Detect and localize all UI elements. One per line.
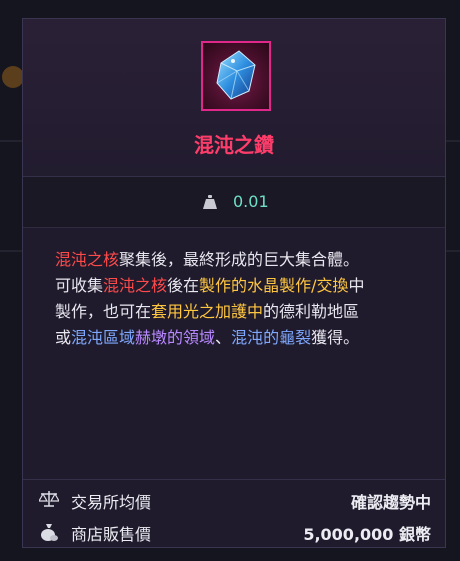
description-segment: 可收集 (55, 276, 104, 295)
balance-scale-icon (39, 491, 59, 507)
chaos-gem-icon (216, 50, 256, 100)
description-segment: 的德利勒地區 (263, 302, 360, 321)
trade-price-label: 交易所均價 (71, 493, 152, 512)
tooltip-header: 混沌之鑽 (23, 19, 445, 177)
description-line: 可收集混沌之核後在製作的水晶製作/交換中 (55, 273, 425, 299)
weight-row: 0.01 (23, 177, 445, 228)
description-segment: 製作的 (199, 276, 248, 295)
trade-price-row: 交易所均價 確認趨勢中 (23, 484, 445, 514)
description-segment: 水晶製作/交換 (247, 276, 349, 295)
description-segment: 或 (55, 328, 72, 347)
description-segment: 赫墩的領域 (135, 328, 216, 347)
item-tooltip: 混沌之鑽 0.01 混沌之核聚集後，最終形成的巨大集合體。 可收集混沌之核後在製… (22, 18, 446, 548)
trade-price-value: 確認趨勢中 (350, 493, 431, 512)
description-segment: 製作，也可在 (55, 302, 152, 321)
item-icon-frame (201, 41, 271, 111)
description-segment: 後在 (167, 276, 200, 295)
weight-icon (203, 195, 217, 209)
description-line: 混沌之核聚集後，最終形成的巨大集合體。 (55, 247, 425, 273)
shop-price-label: 商店販售價 (71, 525, 152, 544)
description-segment: 獲得。 (311, 328, 360, 347)
description-line: 或混沌區域赫墩的領域、混沌的龜裂獲得。 (55, 325, 425, 351)
description-segment: 混沌的龜裂 (231, 328, 312, 347)
description-segment: 混沌區域 (71, 328, 136, 347)
item-description: 混沌之核聚集後，最終形成的巨大集合體。 可收集混沌之核後在製作的水晶製作/交換中… (55, 247, 425, 351)
shop-price-value: 5,000,000 銀幣 (303, 525, 431, 544)
money-bag-icon (41, 524, 58, 541)
price-footer: 交易所均價 確認趨勢中 商店販售價 5,000,000 銀幣 (23, 479, 445, 550)
weight-value: 0.01 (233, 192, 269, 211)
description-segment: 、 (215, 328, 232, 347)
description-segment: 套用光之加護中 (151, 302, 264, 321)
shop-price-row: 商店販售價 5,000,000 銀幣 (23, 516, 445, 546)
background-badge (2, 66, 24, 88)
description-segment: 混沌之核 (55, 250, 120, 269)
description-segment: 聚集後，最終形成的巨大集合體。 (119, 250, 360, 269)
item-name: 混沌之鑽 (194, 133, 274, 157)
description-segment: 混沌之核 (103, 276, 168, 295)
description-line: 製作，也可在套用光之加護中的德利勒地區 (55, 299, 425, 325)
description-segment: 中 (348, 276, 365, 295)
